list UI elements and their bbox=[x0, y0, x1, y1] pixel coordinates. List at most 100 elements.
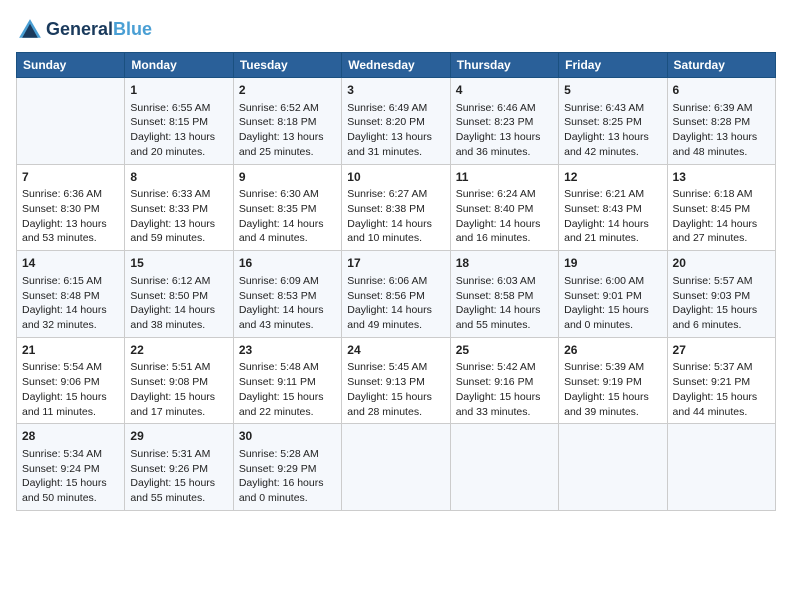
page-header: GeneralBlue bbox=[16, 16, 776, 44]
day-info: Sunrise: 5:42 AM Sunset: 9:16 PM Dayligh… bbox=[456, 361, 541, 417]
day-info: Sunrise: 6:15 AM Sunset: 8:48 PM Dayligh… bbox=[22, 275, 107, 331]
day-number: 12 bbox=[564, 169, 661, 186]
day-number: 13 bbox=[673, 169, 770, 186]
day-number: 10 bbox=[347, 169, 444, 186]
calendar-cell: 28Sunrise: 5:34 AM Sunset: 9:24 PM Dayli… bbox=[17, 424, 125, 511]
day-number: 5 bbox=[564, 82, 661, 99]
day-info: Sunrise: 6:09 AM Sunset: 8:53 PM Dayligh… bbox=[239, 275, 324, 331]
calendar-cell: 8 Sunrise: 6:33 AM Sunset: 8:33 PM Daylig… bbox=[125, 164, 233, 251]
day-number: 26 bbox=[564, 342, 661, 359]
calendar-cell: 20 Sunrise: 5:57 AM Sunset: 9:03 PM Dayli… bbox=[667, 251, 775, 338]
calendar-cell: 3 Sunrise: 6:49 AM Sunset: 8:20 PM Daylig… bbox=[342, 78, 450, 165]
day-info: Sunrise: 5:28 AM Sunset: 9:29 PM Dayligh… bbox=[239, 448, 324, 504]
day-info: Sunrise: 6:21 AM Sunset: 8:43 PM Dayligh… bbox=[564, 188, 649, 244]
calendar-cell bbox=[559, 424, 667, 511]
day-number: 28 bbox=[22, 428, 119, 445]
calendar-cell: 9 Sunrise: 6:30 AM Sunset: 8:35 PM Daylig… bbox=[233, 164, 341, 251]
day-number: 8 bbox=[130, 169, 227, 186]
calendar-week-row: 7 Sunrise: 6:36 AM Sunset: 8:30 PM Daylig… bbox=[17, 164, 776, 251]
header-cell-friday: Friday bbox=[559, 53, 667, 78]
day-info: Sunrise: 6:55 AM Sunset: 8:15 PM Dayligh… bbox=[130, 102, 215, 158]
day-info: Sunrise: 6:27 AM Sunset: 8:38 PM Dayligh… bbox=[347, 188, 432, 244]
calendar-cell: 4 Sunrise: 6:46 AM Sunset: 8:23 PM Daylig… bbox=[450, 78, 558, 165]
day-info: Sunrise: 6:06 AM Sunset: 8:56 PM Dayligh… bbox=[347, 275, 432, 331]
calendar-cell: 5 Sunrise: 6:43 AM Sunset: 8:25 PM Daylig… bbox=[559, 78, 667, 165]
day-number: 3 bbox=[347, 82, 444, 99]
calendar-cell bbox=[450, 424, 558, 511]
day-info: Sunrise: 6:30 AM Sunset: 8:35 PM Dayligh… bbox=[239, 188, 324, 244]
calendar-cell: 10 Sunrise: 6:27 AM Sunset: 8:38 PM Dayli… bbox=[342, 164, 450, 251]
day-number: 9 bbox=[239, 169, 336, 186]
day-number: 1 bbox=[130, 82, 227, 99]
day-number: 11 bbox=[456, 169, 553, 186]
day-info: Sunrise: 6:46 AM Sunset: 8:23 PM Dayligh… bbox=[456, 102, 541, 158]
header-cell-saturday: Saturday bbox=[667, 53, 775, 78]
day-info: Sunrise: 5:37 AM Sunset: 9:21 PM Dayligh… bbox=[673, 361, 758, 417]
calendar-cell: 26 Sunrise: 5:39 AM Sunset: 9:19 PM Dayli… bbox=[559, 337, 667, 424]
calendar-cell: 6Sunrise: 6:39 AM Sunset: 8:28 PM Daylig… bbox=[667, 78, 775, 165]
calendar-cell: 25 Sunrise: 5:42 AM Sunset: 9:16 PM Dayli… bbox=[450, 337, 558, 424]
day-info: Sunrise: 6:24 AM Sunset: 8:40 PM Dayligh… bbox=[456, 188, 541, 244]
calendar-week-row: 21 Sunrise: 5:54 AM Sunset: 9:06 PM Dayli… bbox=[17, 337, 776, 424]
calendar-cell: 21 Sunrise: 5:54 AM Sunset: 9:06 PM Dayli… bbox=[17, 337, 125, 424]
calendar-week-row: 28Sunrise: 5:34 AM Sunset: 9:24 PM Dayli… bbox=[17, 424, 776, 511]
day-number: 14 bbox=[22, 255, 119, 272]
day-number: 25 bbox=[456, 342, 553, 359]
day-number: 20 bbox=[673, 255, 770, 272]
day-info: Sunrise: 6:52 AM Sunset: 8:18 PM Dayligh… bbox=[239, 102, 324, 158]
calendar-table: SundayMondayTuesdayWednesdayThursdayFrid… bbox=[16, 52, 776, 511]
calendar-cell: 29 Sunrise: 5:31 AM Sunset: 9:26 PM Dayli… bbox=[125, 424, 233, 511]
calendar-cell bbox=[17, 78, 125, 165]
calendar-cell: 1 Sunrise: 6:55 AM Sunset: 8:15 PM Daylig… bbox=[125, 78, 233, 165]
day-number: 15 bbox=[130, 255, 227, 272]
calendar-cell: 16 Sunrise: 6:09 AM Sunset: 8:53 PM Dayli… bbox=[233, 251, 341, 338]
calendar-week-row: 1 Sunrise: 6:55 AM Sunset: 8:15 PM Daylig… bbox=[17, 78, 776, 165]
calendar-cell: 18Sunrise: 6:03 AM Sunset: 8:58 PM Dayli… bbox=[450, 251, 558, 338]
day-info: Sunrise: 5:54 AM Sunset: 9:06 PM Dayligh… bbox=[22, 361, 107, 417]
day-number: 23 bbox=[239, 342, 336, 359]
day-number: 6 bbox=[673, 82, 770, 99]
day-info: Sunrise: 5:45 AM Sunset: 9:13 PM Dayligh… bbox=[347, 361, 432, 417]
logo-icon bbox=[16, 16, 44, 44]
day-info: Sunrise: 5:57 AM Sunset: 9:03 PM Dayligh… bbox=[673, 275, 758, 331]
calendar-cell: 2Sunrise: 6:52 AM Sunset: 8:18 PM Daylig… bbox=[233, 78, 341, 165]
calendar-cell: 17 Sunrise: 6:06 AM Sunset: 8:56 PM Dayli… bbox=[342, 251, 450, 338]
day-info: Sunrise: 6:12 AM Sunset: 8:50 PM Dayligh… bbox=[130, 275, 215, 331]
calendar-cell: 23 Sunrise: 5:48 AM Sunset: 9:11 PM Dayli… bbox=[233, 337, 341, 424]
day-info: Sunrise: 6:36 AM Sunset: 8:30 PM Dayligh… bbox=[22, 188, 107, 244]
day-number: 17 bbox=[347, 255, 444, 272]
day-info: Sunrise: 6:49 AM Sunset: 8:20 PM Dayligh… bbox=[347, 102, 432, 158]
calendar-week-row: 14 Sunrise: 6:15 AM Sunset: 8:48 PM Dayli… bbox=[17, 251, 776, 338]
day-number: 21 bbox=[22, 342, 119, 359]
day-number: 19 bbox=[564, 255, 661, 272]
day-info: Sunrise: 6:33 AM Sunset: 8:33 PM Dayligh… bbox=[130, 188, 215, 244]
day-info: Sunrise: 6:43 AM Sunset: 8:25 PM Dayligh… bbox=[564, 102, 649, 158]
day-number: 22 bbox=[130, 342, 227, 359]
day-number: 29 bbox=[130, 428, 227, 445]
day-number: 30 bbox=[239, 428, 336, 445]
header-cell-thursday: Thursday bbox=[450, 53, 558, 78]
day-number: 4 bbox=[456, 82, 553, 99]
calendar-header-row: SundayMondayTuesdayWednesdayThursdayFrid… bbox=[17, 53, 776, 78]
calendar-cell: 22 Sunrise: 5:51 AM Sunset: 9:08 PM Dayli… bbox=[125, 337, 233, 424]
calendar-cell: 14 Sunrise: 6:15 AM Sunset: 8:48 PM Dayli… bbox=[17, 251, 125, 338]
day-info: Sunrise: 5:39 AM Sunset: 9:19 PM Dayligh… bbox=[564, 361, 649, 417]
day-number: 7 bbox=[22, 169, 119, 186]
day-info: Sunrise: 6:18 AM Sunset: 8:45 PM Dayligh… bbox=[673, 188, 758, 244]
day-info: Sunrise: 5:48 AM Sunset: 9:11 PM Dayligh… bbox=[239, 361, 324, 417]
calendar-cell: 27Sunrise: 5:37 AM Sunset: 9:21 PM Dayli… bbox=[667, 337, 775, 424]
calendar-cell bbox=[342, 424, 450, 511]
calendar-cell: 19 Sunrise: 6:00 AM Sunset: 9:01 PM Dayli… bbox=[559, 251, 667, 338]
logo-text: GeneralBlue bbox=[46, 20, 152, 40]
header-cell-tuesday: Tuesday bbox=[233, 53, 341, 78]
calendar-cell: 30 Sunrise: 5:28 AM Sunset: 9:29 PM Dayli… bbox=[233, 424, 341, 511]
day-info: Sunrise: 5:31 AM Sunset: 9:26 PM Dayligh… bbox=[130, 448, 215, 504]
calendar-cell: 12 Sunrise: 6:21 AM Sunset: 8:43 PM Dayli… bbox=[559, 164, 667, 251]
day-number: 18 bbox=[456, 255, 553, 272]
day-info: Sunrise: 5:51 AM Sunset: 9:08 PM Dayligh… bbox=[130, 361, 215, 417]
day-number: 16 bbox=[239, 255, 336, 272]
logo: GeneralBlue bbox=[16, 16, 152, 44]
day-info: Sunrise: 6:00 AM Sunset: 9:01 PM Dayligh… bbox=[564, 275, 649, 331]
calendar-cell: 13 Sunrise: 6:18 AM Sunset: 8:45 PM Dayli… bbox=[667, 164, 775, 251]
header-cell-sunday: Sunday bbox=[17, 53, 125, 78]
